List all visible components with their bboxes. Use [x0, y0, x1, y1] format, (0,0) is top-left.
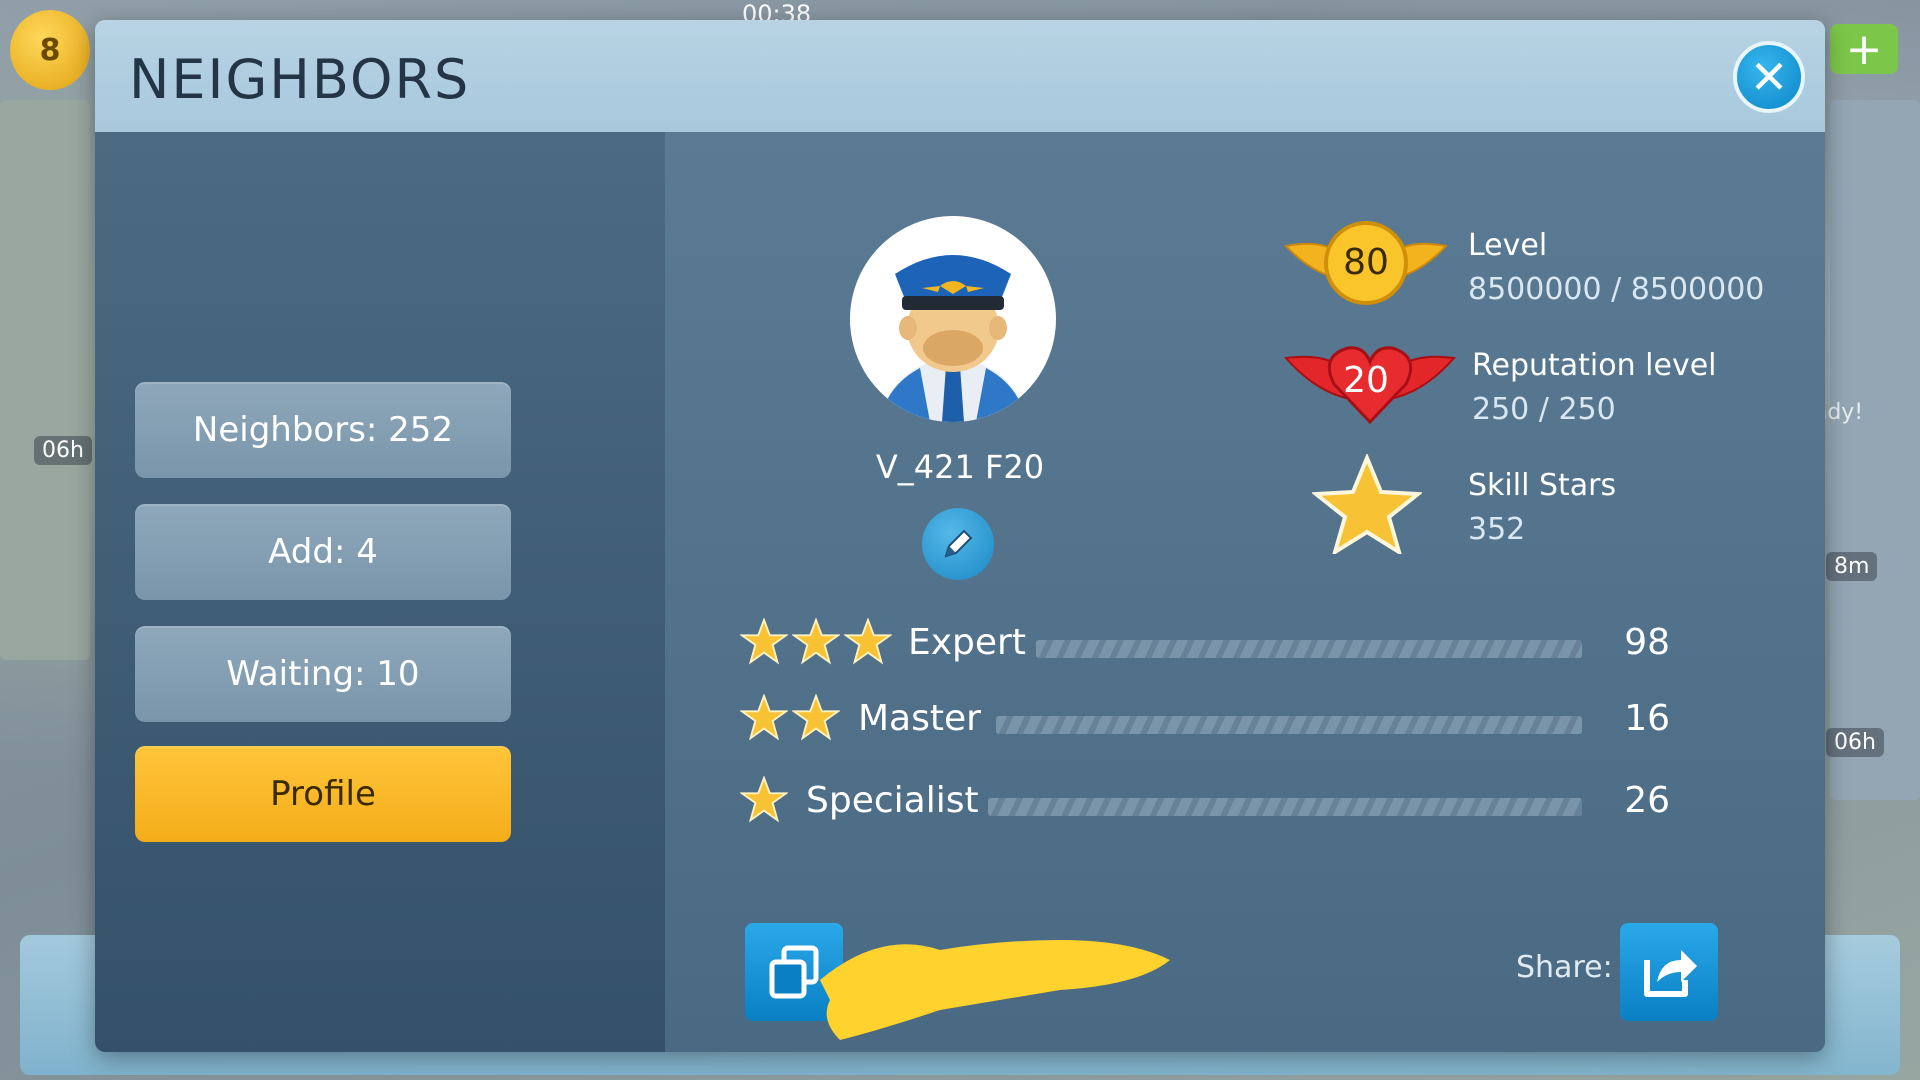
star-icon	[740, 694, 788, 741]
level-value: 8500000 / 8500000	[1468, 272, 1765, 307]
star-icon	[1310, 452, 1424, 557]
reputation-badge-number: 20	[1343, 360, 1389, 401]
bg-timer-right: 06h	[1826, 728, 1884, 757]
share-icon	[1644, 950, 1697, 997]
left-nav-panel: Neighbors: 252 Add: 4 Waiting: 10 Profil…	[95, 132, 665, 1052]
skill-progress-track	[996, 716, 1582, 734]
add-tab-button[interactable]: Add: 4	[135, 504, 511, 600]
skill-stars-specialist	[740, 776, 788, 824]
skill-stars-label: Skill Stars	[1468, 468, 1617, 503]
reputation-label: Reputation level	[1472, 348, 1717, 383]
avatar	[850, 216, 1056, 422]
star-icon	[740, 618, 788, 665]
edit-name-button[interactable]	[922, 508, 994, 580]
star-icon	[792, 618, 840, 665]
star-icon	[740, 776, 788, 823]
pencil-icon	[944, 529, 973, 558]
bg-level-badge: 8	[10, 10, 90, 90]
neighbors-tab-button[interactable]: Neighbors: 252	[135, 382, 511, 478]
close-icon: ✕	[1749, 50, 1789, 104]
profile-tab-button[interactable]: Profile	[135, 746, 511, 842]
bg-add-icon[interactable]: +	[1830, 24, 1898, 75]
skill-row-expert: Expert 98	[740, 614, 1670, 674]
level-badge-number: 80	[1343, 242, 1389, 283]
dialog-title: NEIGHBORS	[129, 48, 471, 111]
close-button[interactable]: ✕	[1733, 41, 1805, 113]
skill-progress-track	[988, 798, 1582, 816]
star-icon	[844, 618, 892, 665]
profile-username: V_421 F20	[875, 448, 1045, 486]
bg-timer-right-2: 8m	[1826, 552, 1878, 581]
skill-count-expert: 98	[1624, 622, 1670, 663]
dialog-titlebar: NEIGHBORS ✕	[95, 20, 1825, 132]
skill-count-specialist: 26	[1624, 780, 1670, 821]
skill-progress-track	[1036, 640, 1582, 658]
bg-city-left	[0, 100, 90, 660]
reputation-value: 250 / 250	[1472, 392, 1616, 427]
skill-row-specialist: Specialist 26	[740, 772, 1670, 832]
skill-count-master: 16	[1624, 698, 1670, 739]
pilot-avatar-icon	[880, 255, 1026, 422]
skill-stars-expert	[740, 618, 892, 666]
skill-name-expert: Expert	[908, 622, 1026, 663]
bg-timer-left: 06h	[34, 436, 92, 465]
skill-stars-master	[740, 694, 840, 742]
skill-stars-value: 352	[1468, 512, 1526, 547]
skill-row-master: Master 16	[740, 690, 1670, 750]
skill-stars-badge	[1310, 452, 1424, 558]
bg-city-right	[1830, 100, 1920, 800]
skill-name-specialist: Specialist	[806, 780, 979, 821]
redaction-scribble	[820, 940, 1170, 1040]
star-icon	[792, 694, 840, 741]
waiting-tab-button[interactable]: Waiting: 10	[135, 626, 511, 722]
skill-name-master: Master	[858, 698, 981, 739]
share-button[interactable]	[1620, 923, 1718, 1021]
level-label: Level	[1468, 228, 1548, 263]
share-label: Share:	[1516, 950, 1613, 985]
